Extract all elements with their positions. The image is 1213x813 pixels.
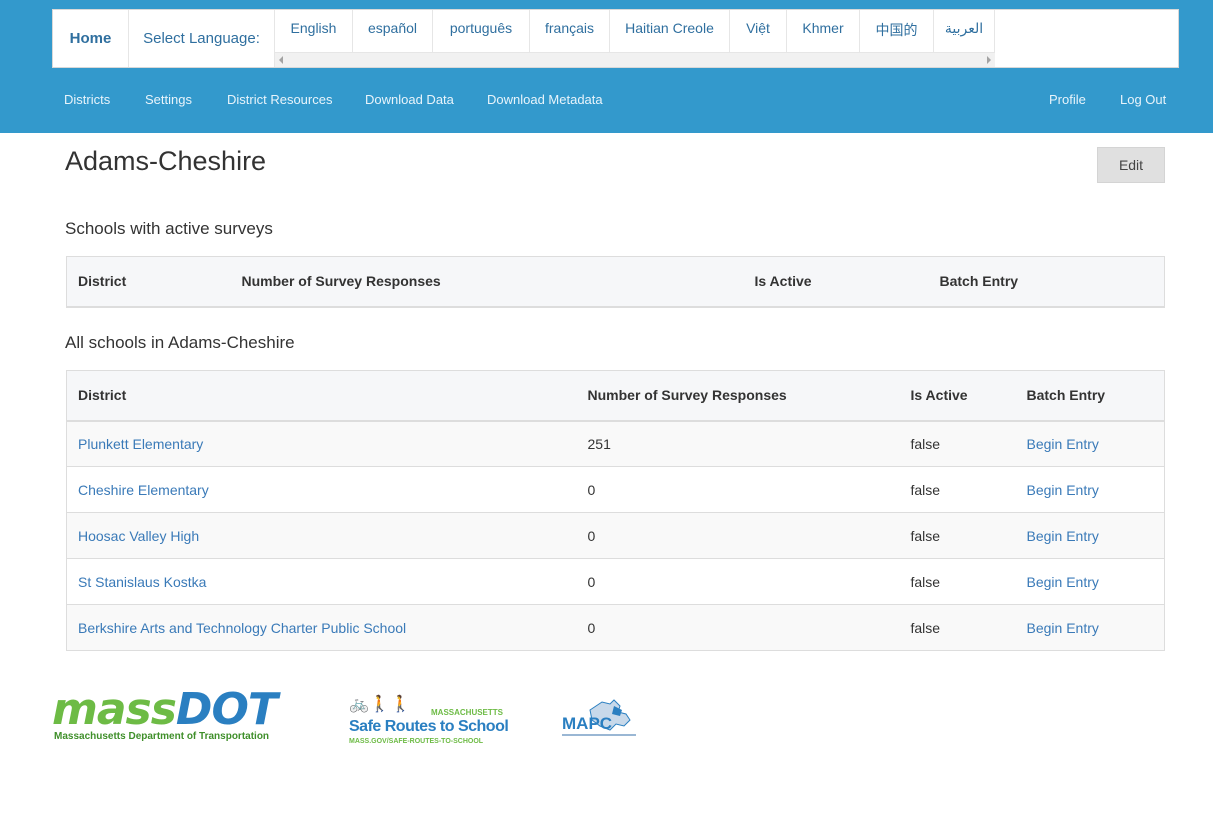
language-option-arabic[interactable]: العربية: [934, 10, 995, 54]
scroll-right-icon[interactable]: [987, 56, 991, 64]
is-active-value: false: [899, 604, 1016, 651]
begin-entry-link[interactable]: Begin Entry: [1015, 420, 1165, 467]
nav-settings[interactable]: Settings: [145, 92, 192, 107]
is-active-value: false: [899, 420, 1016, 467]
column-header-responses: Number of Survey Responses: [576, 370, 900, 422]
mapc-logo: MAPC: [562, 696, 636, 740]
begin-entry-link[interactable]: Begin Entry: [1015, 604, 1165, 651]
language-option-chinese[interactable]: 中国的: [860, 10, 934, 54]
school-link[interactable]: Cheshire Elementary: [66, 466, 577, 513]
horizontal-scrollbar[interactable]: [275, 52, 995, 67]
active-surveys-table: District Number of Survey Responses Is A…: [66, 256, 1165, 308]
table-header-row: District Number of Survey Responses Is A…: [66, 370, 1165, 422]
response-count: 251: [576, 420, 900, 467]
begin-entry-link[interactable]: Begin Entry: [1015, 558, 1165, 605]
main-nav: Districts Settings District Resources Do…: [0, 84, 1213, 116]
column-header-is-active: Is Active: [899, 370, 1016, 422]
school-link[interactable]: Plunkett Elementary: [66, 420, 577, 467]
nav-download-metadata[interactable]: Download Metadata: [487, 92, 603, 107]
begin-entry-link[interactable]: Begin Entry: [1015, 512, 1165, 559]
is-active-value: false: [899, 466, 1016, 513]
school-link[interactable]: St Stanislaus Kostka: [66, 558, 577, 605]
response-count: 0: [576, 512, 900, 559]
language-option-french[interactable]: français: [530, 10, 610, 54]
column-header-is-active: Is Active: [743, 256, 929, 308]
language-option-english[interactable]: English: [275, 10, 353, 54]
table-header-row: District Number of Survey Responses Is A…: [66, 256, 1165, 308]
language-bar: Home Select Language: English español po…: [52, 9, 1179, 68]
table-row: Hoosac Valley High 0 false Begin Entry: [66, 512, 1165, 559]
table-row: Berkshire Arts and Technology Charter Pu…: [66, 604, 1165, 651]
column-header-batch-entry: Batch Entry: [1015, 370, 1165, 422]
column-header-batch-entry: Batch Entry: [928, 256, 1165, 308]
language-option-khmer[interactable]: Khmer: [787, 10, 860, 54]
column-header-responses: Number of Survey Responses: [230, 256, 744, 308]
nav-log-out[interactable]: Log Out: [1120, 92, 1166, 107]
walkers-bikers-icon: 🚲🚶🚶: [349, 696, 412, 713]
select-language-label: Select Language:: [129, 10, 275, 67]
nav-district-resources[interactable]: District Resources: [227, 92, 332, 107]
scroll-left-icon[interactable]: [279, 56, 283, 64]
table-row: Plunkett Elementary 251 false Begin Entr…: [66, 420, 1165, 467]
nav-download-data[interactable]: Download Data: [365, 92, 454, 107]
all-schools-table: District Number of Survey Responses Is A…: [66, 370, 1165, 651]
active-surveys-heading: Schools with active surveys: [65, 219, 273, 238]
language-option-vietnamese[interactable]: Việt: [730, 10, 787, 54]
response-count: 0: [576, 558, 900, 605]
column-header-district: District: [66, 370, 577, 422]
is-active-value: false: [899, 558, 1016, 605]
language-option-spanish[interactable]: español: [353, 10, 433, 54]
school-link[interactable]: Hoosac Valley High: [66, 512, 577, 559]
massdot-logo: massDOT Massachusetts Department of Tran…: [52, 684, 278, 742]
language-option-haitian-creole[interactable]: Haitian Creole: [610, 10, 730, 54]
table-row: St Stanislaus Kostka 0 false Begin Entry: [66, 558, 1165, 605]
nav-profile[interactable]: Profile: [1049, 92, 1086, 107]
response-count: 0: [576, 604, 900, 651]
safe-routes-logo: 🚲🚶🚶 MASSACHUSETTS Safe Routes to School …: [349, 696, 509, 745]
table-row: Cheshire Elementary 0 false Begin Entry: [66, 466, 1165, 513]
response-count: 0: [576, 466, 900, 513]
edit-button[interactable]: Edit: [1097, 147, 1165, 183]
nav-districts[interactable]: Districts: [64, 92, 110, 107]
school-link[interactable]: Berkshire Arts and Technology Charter Pu…: [66, 604, 577, 651]
is-active-value: false: [899, 512, 1016, 559]
home-link[interactable]: Home: [53, 10, 129, 67]
all-schools-heading: All schools in Adams-Cheshire: [65, 333, 295, 352]
begin-entry-link[interactable]: Begin Entry: [1015, 466, 1165, 513]
language-list: English español português français Haiti…: [275, 10, 995, 67]
language-option-portuguese[interactable]: português: [433, 10, 530, 54]
page-title: Adams-Cheshire: [65, 146, 267, 176]
column-header-district: District: [66, 256, 231, 308]
